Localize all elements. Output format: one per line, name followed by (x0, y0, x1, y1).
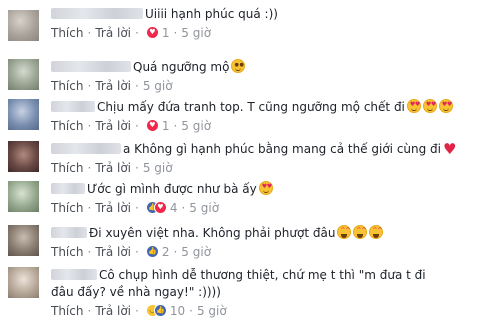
reaction-count[interactable]: 1 (162, 26, 170, 40)
like-link[interactable]: Thích (51, 304, 83, 318)
author-name[interactable] (51, 8, 143, 19)
avatar[interactable] (8, 267, 39, 298)
comment-text: Cô chụp hình dễ thương thiệt, chứ mẹ t t… (51, 268, 426, 299)
timestamp[interactable]: 5 giờ (197, 304, 227, 318)
author-name[interactable] (51, 269, 97, 280)
separator-dot: · (87, 245, 92, 259)
comment-text: Uiiii hạnh phúc quá :)) (145, 7, 278, 21)
laughing-emoji-icon: ^ ^ (337, 225, 352, 239)
heart-eyes-emoji-icon: ♥ ♥ (406, 99, 421, 113)
reply-link[interactable]: Trả lời (95, 161, 131, 175)
love-badge-icon[interactable]: ♥ (145, 119, 159, 132)
separator-dot: · (135, 26, 139, 40)
separator-dot: · (87, 79, 92, 93)
author-name[interactable] (51, 143, 121, 154)
comment-meta: Thích · Trả lời · ♥ 1 · 5 giờ (51, 118, 486, 134)
timestamp[interactable]: 5 giờ (181, 26, 211, 40)
like-link[interactable]: Thích (51, 119, 83, 133)
reply-link[interactable]: Trả lời (95, 79, 131, 93)
comment-meta: Thích · Trả lời · 5 giờ (51, 78, 486, 94)
separator-dot: · (189, 304, 193, 318)
comment-meta: Thích · Trả lời · ♥ 1 · 5 giờ (51, 25, 486, 41)
avatar[interactable] (8, 225, 39, 256)
like-link[interactable]: Thích (51, 79, 83, 93)
author-name[interactable] (51, 227, 87, 238)
separator-dot: · (173, 26, 178, 40)
reaction-count[interactable]: 10 (170, 304, 185, 318)
separator-dot: · (135, 79, 139, 93)
separator-dot: · (135, 304, 139, 318)
reply-link[interactable]: Trả lời (95, 304, 131, 318)
avatar[interactable] (8, 141, 39, 172)
avatar[interactable] (8, 99, 39, 130)
separator-dot: · (181, 201, 186, 215)
like-link[interactable]: Thích (51, 201, 83, 215)
heart-eyes-emoji-icon: ♥ ♥ (258, 181, 273, 195)
comment-text: a Không gì hạnh phúc bằng mang cả thế gi… (123, 142, 442, 156)
like-badge-icon[interactable]: 👍 (145, 245, 159, 258)
heart-eyes-emoji-icon: ♥ ♥ (422, 99, 437, 113)
reply-link[interactable]: Trả lời (95, 245, 131, 259)
separator-dot: · (135, 161, 139, 175)
reaction-count[interactable]: 2 (162, 245, 170, 259)
separator-dot: · (173, 245, 178, 259)
avatar[interactable] (8, 59, 39, 90)
reply-link[interactable]: Trả lời (95, 119, 131, 133)
comment-meta: Thích · Trả lời · 👍 ♥ 4 · 5 giờ (51, 200, 486, 216)
timestamp[interactable]: 5 giờ (181, 245, 211, 259)
laughing-emoji-icon: ^ ^ (353, 225, 368, 239)
red-heart-icon: ♥ (443, 140, 457, 158)
reply-link[interactable]: Trả lời (95, 26, 131, 40)
timestamp[interactable]: 5 giờ (143, 79, 173, 93)
like-badge-icon[interactable]: 👍 (153, 304, 167, 317)
reaction-count[interactable]: 4 (170, 201, 178, 215)
separator-dot: · (87, 304, 92, 318)
separator-dot: · (135, 201, 139, 215)
separator-dot: · (87, 26, 92, 40)
like-link[interactable]: Thích (51, 245, 83, 259)
separator-dot: · (135, 119, 139, 133)
timestamp[interactable]: 5 giờ (181, 119, 211, 133)
author-name[interactable] (51, 183, 85, 194)
author-name[interactable] (51, 101, 95, 112)
comment-text: Đi xuyên việt nha. Không phải phượt đâu (89, 226, 336, 240)
reply-link[interactable]: Trả lời (95, 201, 131, 215)
love-badge-icon[interactable]: ♥ (145, 26, 159, 39)
comment-meta: Thích · Trả lời · ◡ 👍 10 · 5 giờ (51, 303, 486, 319)
comment-text: Quá ngưỡng mộ (133, 60, 230, 74)
comment-meta: Thích · Trả lời · 5 giờ (51, 160, 486, 176)
comment-text: Chịu mấy đứa tranh top. T cũng ngưỡng mộ… (97, 100, 405, 114)
separator-dot: · (87, 119, 92, 133)
timestamp[interactable]: 5 giờ (189, 201, 219, 215)
separator-dot: · (87, 161, 92, 175)
separator-dot: · (173, 119, 178, 133)
love-badge-icon[interactable]: ♥ (153, 201, 167, 214)
timestamp[interactable]: 5 giờ (143, 161, 173, 175)
comment-meta: Thích · Trả lời · 👍 2 · 5 giờ (51, 244, 486, 260)
heart-eyes-emoji-icon: ♥ ♥ (438, 99, 453, 113)
like-link[interactable]: Thích (51, 26, 83, 40)
comment-text: Ước gì mình được như bà ấy (87, 182, 257, 196)
like-link[interactable]: Thích (51, 161, 83, 175)
avatar[interactable] (8, 10, 39, 41)
separator-dot: · (135, 245, 139, 259)
author-name[interactable] (51, 61, 131, 72)
smile-emoji-icon: ● ● (231, 59, 246, 73)
separator-dot: · (87, 201, 92, 215)
comment-thread: Uiiii hạnh phúc quá :)) Thích · Trả lời · ♥ 1… (0, 0, 494, 329)
laughing-emoji-icon: ^ ^ (369, 225, 384, 239)
avatar[interactable] (8, 181, 39, 212)
reaction-count[interactable]: 1 (162, 119, 170, 133)
